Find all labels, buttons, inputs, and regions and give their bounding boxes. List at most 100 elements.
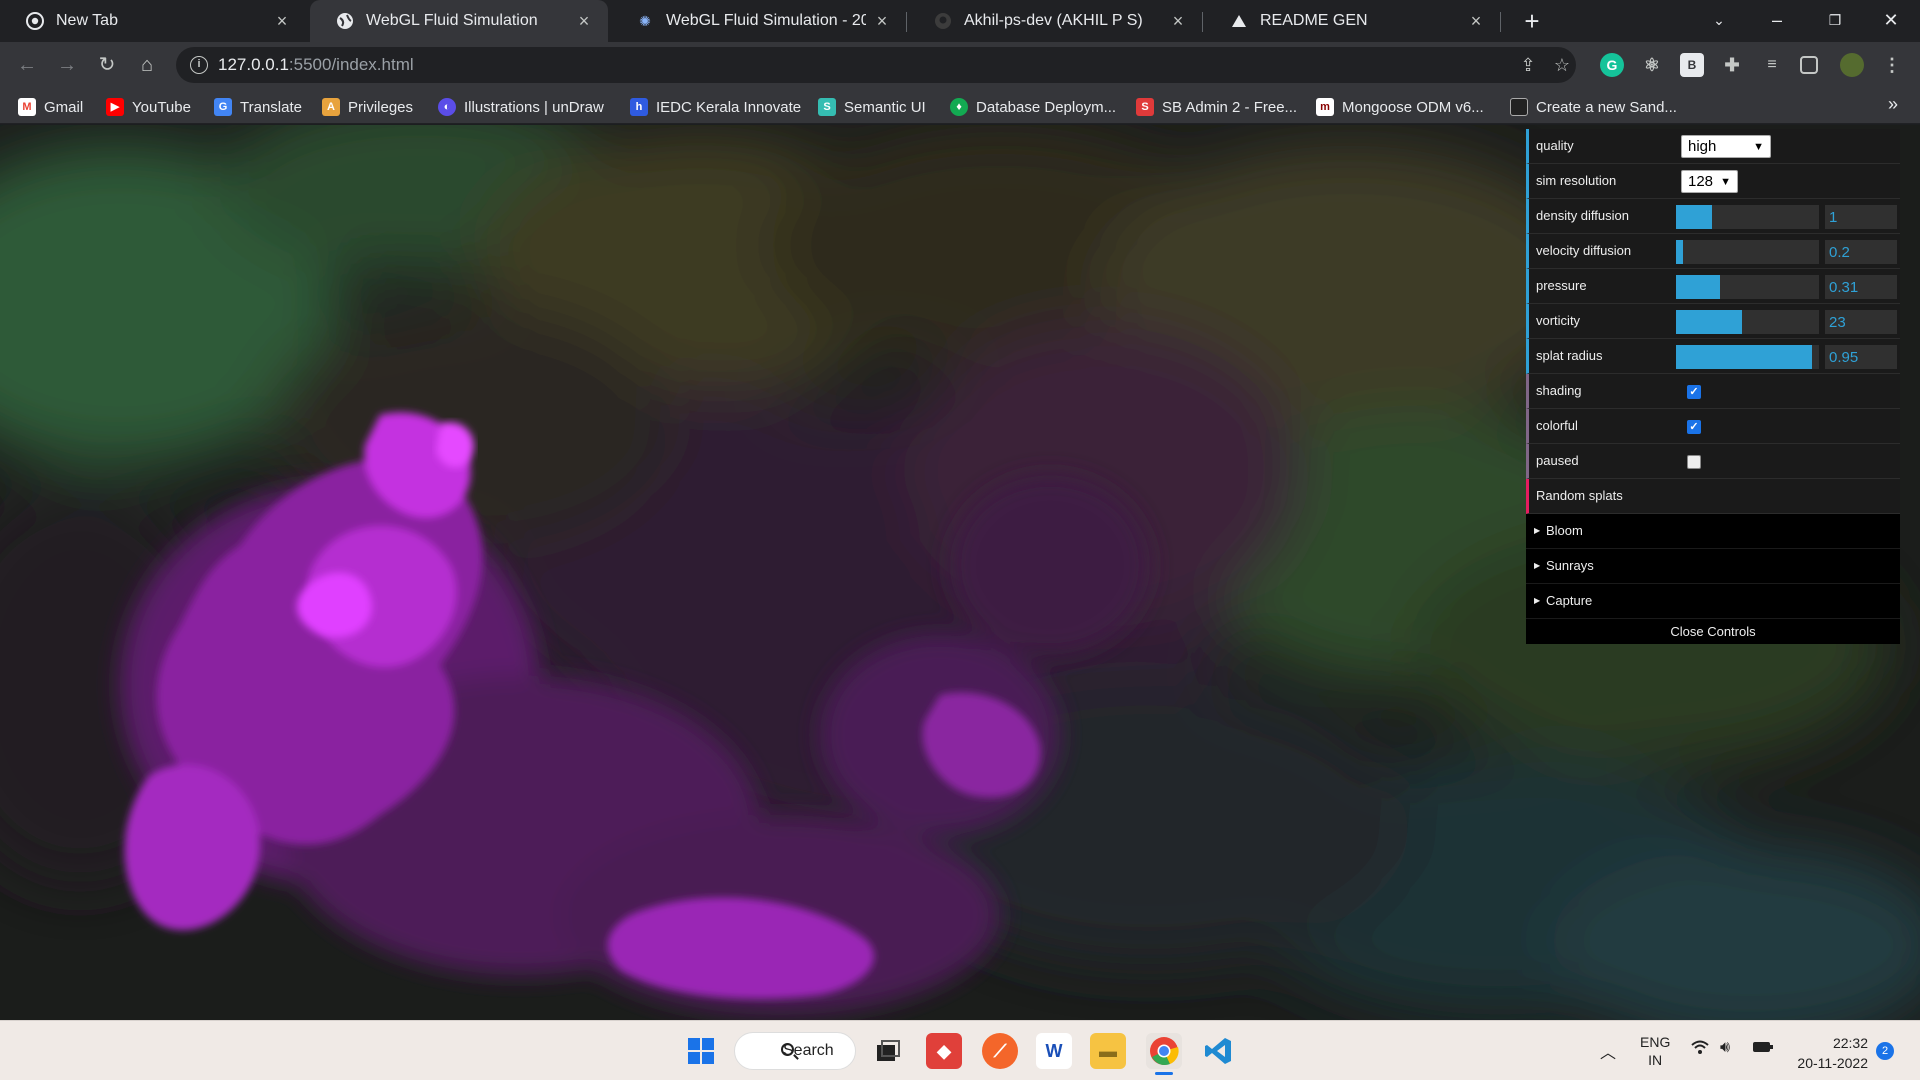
url-text: 127.0.0.1:5500/index.html bbox=[218, 55, 414, 75]
colorful-checkbox[interactable]: ✓ bbox=[1687, 420, 1701, 434]
youtube-icon: ▶ bbox=[106, 98, 124, 116]
tab-webgl-fluid-simulation[interactable]: WebGL Fluid Simulation × bbox=[310, 0, 608, 42]
taskbar-search-box[interactable]: Search bbox=[734, 1032, 856, 1070]
windows-start-icon[interactable] bbox=[683, 1033, 719, 1069]
task-view-icon[interactable] bbox=[870, 1033, 906, 1069]
bookmark-iedc[interactable]: h IEDC Kerala Innovate bbox=[630, 96, 801, 118]
quality-select[interactable]: high ▼ bbox=[1681, 135, 1771, 158]
close-controls-button[interactable]: Close Controls bbox=[1526, 619, 1900, 644]
more-bookmarks-icon[interactable]: » bbox=[1888, 94, 1898, 115]
tab-readme-gen[interactable]: README GEN × bbox=[1204, 0, 1501, 42]
bookmark-youtube[interactable]: ▶ YouTube bbox=[106, 96, 191, 118]
tab-new-tab[interactable]: New Tab × bbox=[0, 0, 306, 42]
home-icon[interactable]: ⌂ bbox=[131, 49, 163, 81]
language-indicator[interactable]: ENG IN bbox=[1640, 1033, 1670, 1080]
chevron-up-icon[interactable]: ︿ bbox=[1600, 1039, 1616, 1080]
slider-label: density diffusion bbox=[1536, 208, 1629, 223]
site-info-icon[interactable]: i bbox=[190, 56, 208, 74]
folder-capture[interactable]: ▶ Capture bbox=[1526, 584, 1900, 619]
shading-checkbox[interactable]: ✓ bbox=[1687, 385, 1701, 399]
search-icon bbox=[781, 1043, 794, 1056]
folder-sunrays[interactable]: ▶ Sunrays bbox=[1526, 549, 1900, 584]
tab-title: WebGL Fluid Simulation bbox=[366, 12, 538, 29]
close-tab-icon[interactable]: × bbox=[1466, 11, 1486, 31]
address-bar[interactable]: i 127.0.0.1:5500/index.html ⇪ ☆ bbox=[176, 47, 1576, 83]
close-window-icon[interactable]: ✕ bbox=[1862, 0, 1920, 42]
file-explorer-icon[interactable]: ▬ bbox=[1090, 1033, 1126, 1069]
bookmark-privileges[interactable]: A Privileges bbox=[322, 96, 413, 118]
tab-title: WebGL Fluid Simulation - 20 Nov bbox=[666, 12, 866, 29]
sim-resolution-label: sim resolution bbox=[1536, 173, 1617, 188]
close-tab-icon[interactable]: × bbox=[272, 11, 292, 31]
menu-kebab-icon[interactable]: ⋮ bbox=[1880, 53, 1904, 77]
chrome-icon bbox=[26, 12, 44, 30]
vscode-icon[interactable] bbox=[1200, 1033, 1236, 1069]
reload-icon[interactable]: ↻ bbox=[91, 49, 123, 81]
grammarly-icon[interactable]: G bbox=[1600, 53, 1624, 77]
profile-avatar[interactable] bbox=[1840, 53, 1864, 77]
close-tab-icon[interactable]: × bbox=[574, 11, 594, 31]
tab-github-profile[interactable]: Akhil-ps-dev (AKHIL P S) × bbox=[908, 0, 1203, 42]
vorticity-input[interactable]: 23 bbox=[1825, 310, 1897, 334]
random-splats-button[interactable]: Random splats bbox=[1526, 479, 1900, 514]
bookmark-label: Translate bbox=[240, 98, 302, 116]
close-tab-icon[interactable]: × bbox=[872, 11, 892, 31]
bookmark-codesandbox[interactable]: Create a new Sand... bbox=[1510, 96, 1677, 118]
back-icon[interactable]: ← bbox=[11, 49, 43, 81]
notification-badge[interactable]: 2 bbox=[1876, 1042, 1894, 1060]
postman-icon[interactable]: ⟋ bbox=[982, 1033, 1018, 1069]
slider-fill bbox=[1676, 240, 1684, 264]
extension-b-icon[interactable]: B bbox=[1680, 53, 1704, 77]
wifi-icon[interactable] bbox=[1690, 1039, 1710, 1080]
extensions-puzzle-icon[interactable]: ✚ bbox=[1720, 53, 1744, 77]
pressure-input[interactable]: 0.31 bbox=[1825, 275, 1897, 299]
globe-icon bbox=[336, 12, 354, 30]
chrome-taskbar-icon[interactable] bbox=[1146, 1033, 1182, 1069]
battery-icon[interactable] bbox=[1752, 1040, 1774, 1080]
bookmark-label: IEDC Kerala Innovate bbox=[656, 98, 802, 116]
bookmark-semantic-ui[interactable]: S Semantic UI bbox=[818, 96, 926, 118]
tab-search-icon[interactable]: ⌄ bbox=[1690, 0, 1748, 42]
splat-radius-slider[interactable] bbox=[1676, 345, 1819, 369]
sim-resolution-select[interactable]: 128 ▼ bbox=[1681, 170, 1738, 193]
bookmark-gmail[interactable]: M Gmail bbox=[18, 96, 83, 118]
pressure-slider[interactable] bbox=[1676, 275, 1819, 299]
close-tab-icon[interactable]: × bbox=[1168, 11, 1188, 31]
forward-icon[interactable]: → bbox=[51, 49, 83, 81]
clock[interactable]: 22:32 20-11-2022 bbox=[1790, 1033, 1868, 1080]
restore-icon[interactable]: ❐ bbox=[1806, 0, 1864, 42]
new-tab-button[interactable]: + bbox=[1518, 7, 1546, 35]
tab-webgl-fluid-simulation-20-nov[interactable]: ✺ WebGL Fluid Simulation - 20 Nov × bbox=[610, 0, 907, 42]
paused-checkbox[interactable] bbox=[1687, 455, 1701, 469]
folder-bloom[interactable]: ▶ Bloom bbox=[1526, 514, 1900, 549]
colorful-row: colorful ✓ bbox=[1526, 409, 1900, 444]
volume-icon[interactable]: 🔊︎ bbox=[1720, 1039, 1730, 1080]
share-icon[interactable]: ⇪ bbox=[1516, 53, 1540, 77]
random-splats-label: Random splats bbox=[1536, 488, 1623, 503]
velocity-diffusion-input[interactable]: 0.2 bbox=[1825, 240, 1897, 264]
bookmark-star-icon[interactable]: ☆ bbox=[1550, 53, 1574, 77]
slider-fill bbox=[1676, 205, 1712, 229]
splat-radius-input[interactable]: 0.95 bbox=[1825, 345, 1897, 369]
bookmark-undraw[interactable]: ◐ Illustrations | unDraw bbox=[438, 96, 604, 118]
translate-icon: G bbox=[214, 98, 232, 116]
word-icon[interactable]: W bbox=[1036, 1033, 1072, 1069]
react-devtools-icon[interactable]: ⚛ bbox=[1640, 53, 1664, 77]
density-diffusion-input[interactable]: 1 bbox=[1825, 205, 1897, 229]
bookmark-mongoose[interactable]: m Mongoose ODM v6... bbox=[1316, 96, 1484, 118]
folder-title: Capture bbox=[1546, 593, 1593, 608]
semantic-icon: S bbox=[818, 98, 836, 116]
bookmark-translate[interactable]: G Translate bbox=[214, 96, 302, 118]
checkbox-label: shading bbox=[1536, 383, 1582, 398]
reading-list-icon[interactable]: ≡ bbox=[1760, 53, 1784, 77]
side-panel-icon[interactable] bbox=[1800, 56, 1818, 74]
bookmark-mongodb[interactable]: ♦ Database Deploym... bbox=[950, 96, 1116, 118]
paused-row: paused bbox=[1526, 444, 1900, 479]
bookmark-sb-admin[interactable]: S SB Admin 2 - Free... bbox=[1136, 96, 1297, 118]
minimize-icon[interactable]: – bbox=[1748, 0, 1806, 42]
density-diffusion-slider[interactable] bbox=[1676, 205, 1819, 229]
velocity-diffusion-slider[interactable] bbox=[1676, 240, 1819, 264]
slider-label: pressure bbox=[1536, 278, 1587, 293]
vorticity-slider[interactable] bbox=[1676, 310, 1819, 334]
anydesk-icon[interactable]: ◆ bbox=[926, 1033, 962, 1069]
